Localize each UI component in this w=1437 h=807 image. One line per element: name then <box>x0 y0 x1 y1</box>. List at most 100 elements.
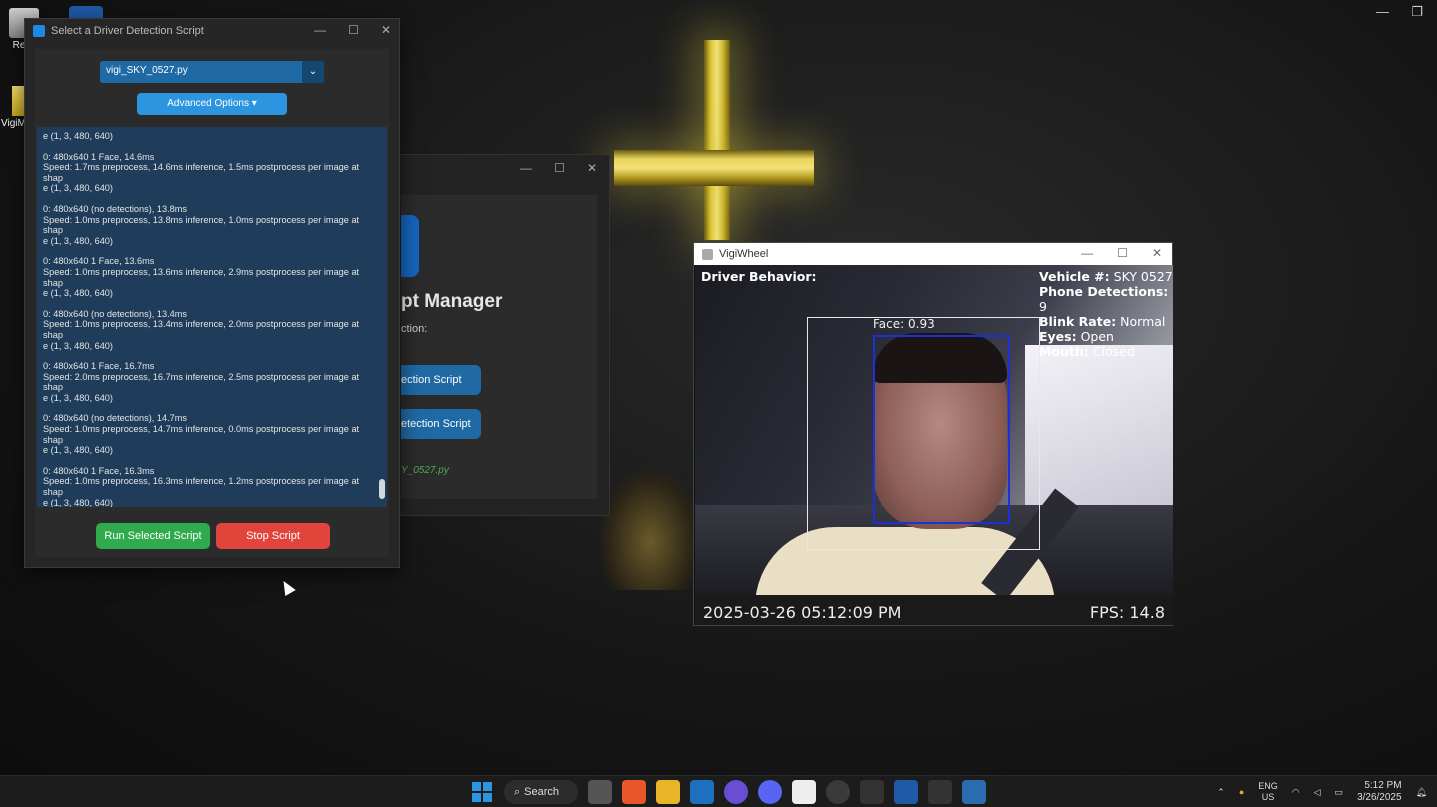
vigiwheel-window: VigiWheel — ☐ ✕ Face: 0.93 Driver Behavi… <box>693 242 1173 626</box>
hud-key: Vehicle #: <box>1039 269 1110 284</box>
volume-icon[interactable]: ◁ <box>1314 787 1321 798</box>
manager-panel: pt Manager ction: ection Script etection… <box>401 195 597 499</box>
task-view-icon[interactable] <box>588 780 612 804</box>
python-icon[interactable] <box>962 780 986 804</box>
lang-top: ENG <box>1258 781 1278 791</box>
discord-icon[interactable] <box>758 780 782 804</box>
battery-icon[interactable]: ▭ <box>1335 787 1344 798</box>
timestamp: 2025-03-26 05:12:09 PM <box>703 603 902 622</box>
title-bar[interactable]: Select a Driver Detection Script — ☐ ✕ <box>25 19 399 43</box>
hud-row: Eyes: Open <box>1039 329 1173 344</box>
microphone-icon[interactable]: ● <box>1239 787 1244 797</box>
log-output[interactable]: e (1, 3, 480, 640) 0: 480x640 1 Face, 14… <box>37 127 387 507</box>
minimize-icon[interactable]: — <box>314 23 326 37</box>
app-icon <box>702 248 713 260</box>
stop-script-button[interactable]: Stop Script <box>216 523 330 549</box>
log-line: e (1, 3, 480, 640) <box>43 131 113 141</box>
taskbar: ⌕ Search ⌃ ● ENG US ◠ ◁ ▭ 5:12 PM 3/26/2… <box>0 775 1437 807</box>
cross-image <box>704 40 730 240</box>
detection-script-button-2[interactable]: etection Script <box>401 409 481 439</box>
statues-image <box>600 470 700 590</box>
log-line: 0: 480x640 1 Face, 16.7ms <box>43 361 155 372</box>
vscode-icon[interactable] <box>690 780 714 804</box>
log-line: e (1, 3, 480, 640) <box>43 392 113 403</box>
hud-value: Closed <box>1092 344 1135 359</box>
app-icon <box>33 25 45 37</box>
log-list: 0: 480x640 1 Face, 14.6ms Speed: 1.7ms pr… <box>43 152 371 507</box>
clock-time: 5:12 PM <box>1364 780 1402 791</box>
system-tray: ⌃ ● ENG US ◠ ◁ ▭ 5:12 PM 3/26/2025 🔔︎ <box>1217 780 1427 804</box>
log-line: Speed: 1.7ms preprocess, 14.6ms inferenc… <box>43 162 360 183</box>
hud-row: Mouth: Closed <box>1039 344 1173 359</box>
hud-row: Blink Rate: Normal <box>1039 314 1173 329</box>
hud-key: Blink Rate: <box>1039 314 1117 329</box>
chrome-icon[interactable] <box>826 780 850 804</box>
script-manager-window: — ☐ ✕ pt Manager ction: ection Script et… <box>398 154 610 516</box>
wifi-icon[interactable]: ◠ <box>1292 787 1300 798</box>
close-icon[interactable]: ✕ <box>1152 246 1162 260</box>
face-confidence-label: Face: 0.93 <box>873 317 935 331</box>
log-entry: 0: 480x640 1 Face, 14.6ms Speed: 1.7ms pr… <box>43 152 371 194</box>
script-dropdown[interactable]: vigi_SKY_0527.py ⌄ <box>100 61 324 83</box>
log-entry: 0: 480x640 (no detections), 13.8ms Speed:… <box>43 204 371 246</box>
log-line: 0: 480x640 1 Face, 16.3ms <box>43 465 155 476</box>
hud-key: Phone Detections: <box>1039 284 1169 299</box>
log-line: Speed: 1.0ms preprocess, 13.8ms inferenc… <box>43 214 360 236</box>
notification-bell-icon[interactable]: 🔔︎ <box>1416 787 1427 798</box>
terminal-icon[interactable] <box>928 780 952 804</box>
maximize-icon[interactable]: ☐ <box>554 161 565 175</box>
detection-script-button-1[interactable]: ection Script <box>401 365 481 395</box>
close-icon[interactable]: ✕ <box>587 161 597 175</box>
chevron-down-icon[interactable]: ⌄ <box>302 61 324 83</box>
restore-icon[interactable]: ❐ <box>1411 4 1423 20</box>
window-controls: — ☐ ✕ <box>1081 246 1162 260</box>
language-indicator[interactable]: ENG US <box>1258 781 1278 803</box>
window-controls: — ☐ ✕ <box>520 161 597 175</box>
log-line: Speed: 1.0ms preprocess, 13.4ms inferenc… <box>43 319 360 340</box>
close-icon[interactable]: ✕ <box>381 23 391 37</box>
minimize-icon[interactable]: — <box>1081 246 1093 260</box>
window-controls: — ☐ ✕ <box>314 23 391 37</box>
driver-behavior-label: Driver Behavior: <box>701 269 817 284</box>
lang-bottom: US <box>1261 792 1275 802</box>
window-title: Select a Driver Detection Script <box>51 25 204 37</box>
vigiwheel-app-icon[interactable] <box>894 780 918 804</box>
script-selector-window: Select a Driver Detection Script — ☐ ✕ v… <box>24 18 400 568</box>
log-line: 0: 480x640 1 Face, 13.6ms <box>43 256 155 267</box>
scrollbar[interactable] <box>379 479 385 499</box>
brave-browser-icon[interactable] <box>622 780 646 804</box>
taskbar-apps: ⌕ Search <box>470 780 986 804</box>
log-entry: 0: 480x640 1 Face, 13.6ms Speed: 1.0ms pr… <box>43 256 371 298</box>
log-entry: 0: 480x640 1 Face, 16.3ms Speed: 1.0ms pr… <box>43 466 371 507</box>
advanced-options-button[interactable]: Advanced Options ▾ <box>137 93 287 115</box>
start-button[interactable] <box>470 780 494 804</box>
log-line: Speed: 2.0ms preprocess, 16.7ms inferenc… <box>43 371 360 393</box>
clock[interactable]: 5:12 PM 3/26/2025 <box>1357 780 1402 804</box>
log-entry: 0: 480x640 (no detections), 14.7ms Speed:… <box>43 413 371 455</box>
chevron-up-icon[interactable]: ⌃ <box>1217 787 1225 798</box>
run-script-button[interactable]: Run Selected Script <box>96 523 210 549</box>
log-line: 0: 480x640 (no detections), 13.8ms <box>43 203 188 214</box>
title-bar[interactable]: VigiWheel — ☐ ✕ <box>694 243 1172 265</box>
maximize-icon[interactable]: ☐ <box>1117 246 1128 260</box>
hud-row: Phone Detections: 9 <box>1039 284 1173 314</box>
log-entry: 0: 480x640 1 Face, 16.7ms Speed: 2.0ms pr… <box>43 361 371 403</box>
log-line: 0: 480x640 1 Face, 14.6ms <box>43 151 155 162</box>
file-explorer-icon[interactable] <box>656 780 680 804</box>
fps-readout: FPS: 14.8 <box>1089 603 1165 622</box>
hud-value: SKY 0527 <box>1113 269 1173 284</box>
mouse-cursor-icon <box>278 577 296 597</box>
audio-app-icon[interactable] <box>860 780 884 804</box>
camera-feed: Face: 0.93 Driver Behavior: Vehicle #: S… <box>695 265 1173 595</box>
search-button[interactable]: ⌕ Search <box>504 780 578 804</box>
selected-file-label: Y_0527.py <box>401 465 449 476</box>
window-title: VigiWheel <box>719 248 769 260</box>
minimize-icon[interactable]: — <box>520 161 532 175</box>
github-icon[interactable] <box>724 780 748 804</box>
hud-key: Mouth: <box>1039 344 1089 359</box>
notion-icon[interactable] <box>792 780 816 804</box>
manager-title: pt Manager <box>401 291 503 312</box>
log-line: e (1, 3, 480, 640) <box>43 288 113 299</box>
maximize-icon[interactable]: ☐ <box>348 23 359 37</box>
minimize-icon[interactable]: — <box>1376 4 1389 19</box>
